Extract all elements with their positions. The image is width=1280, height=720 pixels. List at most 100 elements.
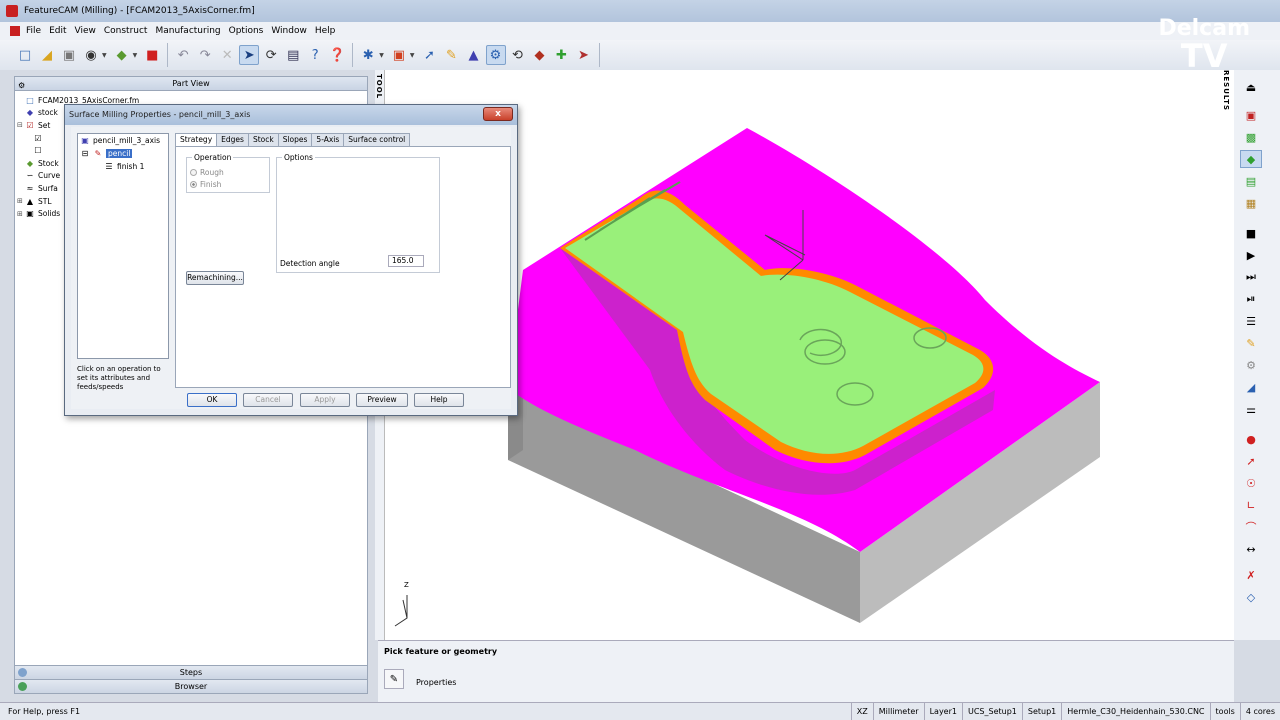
save-icon[interactable]: ▣ [59, 45, 79, 65]
rotate-part-icon[interactable]: ⟲ [508, 45, 528, 65]
status-setup[interactable]: Setup1 [1021, 703, 1061, 720]
collapse-icon[interactable]: ⊟ [80, 149, 90, 158]
solid-sim-icon[interactable]: ◆ [1240, 150, 1262, 168]
intersection-icon[interactable]: ✗ [1240, 566, 1262, 584]
3d-sim-icon[interactable]: ▩ [1240, 128, 1262, 146]
pin-icon[interactable]: ⚙ [18, 79, 25, 93]
new-file-icon[interactable]: □ [15, 45, 35, 65]
machine-sim-icon[interactable]: ▦ [1240, 194, 1262, 212]
surface-tool-icon[interactable]: ◇ [1240, 588, 1262, 606]
collapse-icon[interactable]: ⊟ [17, 121, 25, 129]
toolpath-star-icon[interactable]: ✱ [358, 45, 378, 65]
status-cores[interactable]: 4 cores [1239, 703, 1280, 720]
context-help-icon[interactable]: ? [305, 45, 325, 65]
tab-slopes[interactable]: Slopes [277, 133, 313, 146]
tab-strategy[interactable]: Strategy [175, 133, 218, 146]
print-preview-icon[interactable]: ▤ [283, 45, 303, 65]
measure-icon[interactable]: ➤ [574, 45, 594, 65]
expand-icon[interactable]: ⊞ [17, 197, 25, 205]
properties-button[interactable]: ✎ [384, 669, 404, 689]
circle-icon[interactable]: ☉ [1240, 474, 1262, 492]
feature-dropdown-icon[interactable]: ▼ [410, 52, 415, 59]
status-layer[interactable]: Layer1 [923, 703, 962, 720]
menu-edit[interactable]: Edit [49, 26, 66, 36]
tab-surface-control[interactable]: Surface control [343, 133, 411, 146]
globe-dropdown-icon[interactable]: ▼ [102, 52, 107, 59]
feature-cube-icon[interactable]: ▣ [389, 45, 409, 65]
solid-icon[interactable]: ◆ [530, 45, 550, 65]
delete-icon[interactable]: ✕ [217, 45, 237, 65]
speed-icon[interactable]: ☰ [1240, 312, 1262, 330]
arc-icon[interactable]: ⌒ [1240, 518, 1262, 536]
tab-browser[interactable]: Browser [15, 679, 367, 693]
stock-wizard-icon[interactable]: ◆ [112, 45, 132, 65]
menu-construct[interactable]: Construct [104, 26, 148, 36]
menu-help[interactable]: Help [315, 26, 336, 36]
expand-icon[interactable]: ⊞ [17, 210, 25, 218]
menu-options[interactable]: Options [229, 26, 264, 36]
gear-icon[interactable]: ⚙ [1240, 356, 1262, 374]
rough-radio[interactable]: Rough [190, 168, 224, 177]
skip-end-icon[interactable]: ⏯ [1240, 290, 1262, 308]
checkbox-icon[interactable]: ☑ [33, 134, 43, 143]
menu-manufacturing[interactable]: Manufacturing [155, 26, 220, 36]
help-button[interactable]: Help [414, 393, 464, 407]
curve-tool-icon[interactable]: ➚ [420, 45, 440, 65]
tree-item[interactable]: ▣ pencil_mill_3_axis [78, 134, 168, 147]
pencil-tool-icon[interactable]: ✎ [442, 45, 462, 65]
tab-5-axis[interactable]: 5-Axis [311, 133, 345, 146]
detection-angle-field[interactable]: 165.0 [388, 255, 424, 267]
undo-icon[interactable]: ↶ [173, 45, 193, 65]
point-icon[interactable]: ● [1240, 430, 1262, 448]
status-tools[interactable]: tools [1209, 703, 1240, 720]
play-icon[interactable]: ▶ [1240, 246, 1262, 264]
dimension-icon[interactable]: ↔ [1240, 540, 1262, 558]
status-ucs[interactable]: UCS_Setup1 [961, 703, 1022, 720]
simulation-icon[interactable]: ⚙ [485, 45, 506, 65]
open-folder-icon[interactable]: ◢ [37, 45, 57, 65]
dialog-title-bar[interactable]: Surface Milling Properties - pencil_mill… [65, 105, 517, 125]
tools-strip-label: TOOL [375, 74, 383, 100]
tab-stock[interactable]: Stock [247, 133, 279, 146]
menu-window[interactable]: Window [271, 26, 307, 36]
toolpath-sim-icon[interactable]: ▤ [1240, 172, 1262, 190]
step-forward-icon[interactable]: ⏭ [1240, 268, 1262, 286]
tree-item[interactable]: ☰ finish 1 [78, 160, 168, 173]
help-icon[interactable]: ❓ [327, 45, 347, 65]
ok-button[interactable]: OK [187, 393, 237, 407]
menu-view[interactable]: View [75, 26, 96, 36]
corner-icon[interactable]: ∟ [1240, 496, 1262, 514]
status-plane[interactable]: XZ [850, 703, 873, 720]
tab-edges[interactable]: Edges [216, 133, 249, 146]
apply-button[interactable]: Apply [300, 393, 350, 407]
move-icon[interactable]: ✚ [552, 45, 572, 65]
globe-icon[interactable]: ◉ [81, 45, 101, 65]
close-button[interactable]: x [483, 107, 513, 121]
line-icon[interactable]: ➚ [1240, 452, 1262, 470]
toolpath-dropdown-icon[interactable]: ▼ [379, 52, 384, 59]
pencil-sim-icon[interactable]: ✎ [1240, 334, 1262, 352]
stop-icon[interactable]: ■ [1240, 224, 1262, 242]
stock-box-icon[interactable]: ▲ [464, 45, 484, 65]
tree-item[interactable]: ⊟ ✎ pencil [78, 147, 168, 160]
cancel-button[interactable]: Cancel [243, 393, 293, 407]
menu-file[interactable]: File [26, 26, 41, 36]
status-units[interactable]: Millimeter [872, 703, 924, 720]
centerline-icon[interactable]: ▣ [1240, 106, 1262, 124]
remachining-button[interactable]: Remachining... [186, 271, 244, 285]
status-post[interactable]: Hermle_C30_Heidenhain_530.CNC [1061, 703, 1209, 720]
results-strip[interactable]: RESULTS [1222, 70, 1234, 140]
checkbox-icon[interactable]: ☐ [33, 146, 43, 155]
eraser-icon[interactable]: ■ [142, 45, 162, 65]
slider-icon[interactable]: ⚌ [1240, 400, 1262, 418]
rotate-icon[interactable]: ⟳ [261, 45, 281, 65]
tab-steps[interactable]: Steps [15, 665, 367, 679]
slope-icon[interactable]: ◢ [1240, 378, 1262, 396]
finish-radio[interactable]: Finish [190, 180, 221, 189]
redo-icon[interactable]: ↷ [195, 45, 215, 65]
stock-dropdown-icon[interactable]: ▼ [133, 52, 138, 59]
eject-icon[interactable]: ⏏ [1240, 78, 1262, 96]
preview-button[interactable]: Preview [356, 393, 408, 407]
document-menu-icon[interactable] [10, 26, 20, 36]
select-arrow-icon[interactable]: ➤ [239, 45, 260, 65]
